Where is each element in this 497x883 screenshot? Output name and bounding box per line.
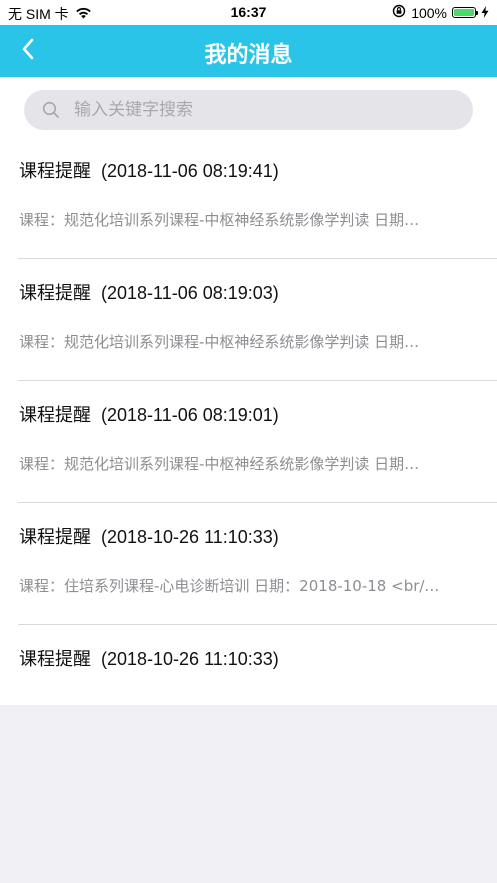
battery-percent: 100% [411,4,447,21]
message-title-label: 课程提醒 [19,649,91,670]
message-timestamp: (2018-10-26 11:10:33) [101,527,279,547]
list-item[interactable]: 课程提醒 (2018-11-06 08:19:03) 课程：规范化培训系列课程-中… [0,259,497,381]
message-preview: 课程：规范化培训系列课程-中枢神经系统影像学判读 日期… [19,455,420,473]
message-list: 课程提醒 (2018-11-06 08:19:41) 课程：规范化培训系列课程-中… [0,137,497,705]
message-title-label: 课程提醒 [19,527,91,548]
message-timestamp: (2018-11-06 08:19:03) [101,283,279,303]
message-title: 课程提醒 (2018-10-26 11:10:33) [19,523,279,549]
message-title-label: 课程提醒 [19,283,91,304]
message-preview: 课程：住培系列课程-心电诊断培训 日期：2018-10-18 <br/… [19,577,440,595]
list-item[interactable]: 课程提醒 (2018-11-06 08:19:01) 课程：规范化培训系列课程-中… [0,381,497,503]
status-bar: 无 SIM 卡 16:37 100% [0,0,497,25]
message-title: 课程提醒 (2018-11-06 08:19:01) [19,401,279,427]
status-right: 100% [392,4,489,21]
search-box[interactable] [24,90,473,130]
charging-bolt-icon [481,5,489,21]
page-title: 我的消息 [204,43,293,68]
search-bar [0,77,497,137]
list-item[interactable]: 课程提醒 (2018-11-06 08:19:41) 课程：规范化培训系列课程-中… [0,137,497,259]
message-title: 课程提醒 (2018-11-06 08:19:41) [19,157,279,183]
message-timestamp: (2018-10-26 11:10:33) [101,649,279,669]
orientation-lock-icon [392,4,406,21]
nav-bar: 我的消息 [0,25,497,77]
message-timestamp: (2018-11-06 08:19:01) [101,405,279,425]
battery-icon [452,7,478,18]
message-title: 课程提醒 (2018-11-06 08:19:03) [19,279,279,305]
message-title-label: 课程提醒 [19,405,91,426]
list-item[interactable]: 课程提醒 (2018-10-26 11:10:33) 课程：住培系列课程-心电诊断… [0,503,497,625]
message-preview: 课程：规范化培训系列课程-中枢神经系统影像学判读 日期… [19,333,420,351]
search-icon [42,101,60,119]
message-preview: 课程：规范化培训系列课程-中枢神经系统影像学判读 日期… [19,211,420,229]
search-input[interactable] [72,99,436,121]
battery-fill [454,9,474,16]
message-timestamp: (2018-11-06 08:19:41) [101,161,279,181]
list-item[interactable]: 课程提醒 (2018-10-26 11:10:33) [0,625,497,705]
message-title: 课程提醒 (2018-10-26 11:10:33) [19,645,279,671]
message-title-label: 课程提醒 [19,161,91,182]
